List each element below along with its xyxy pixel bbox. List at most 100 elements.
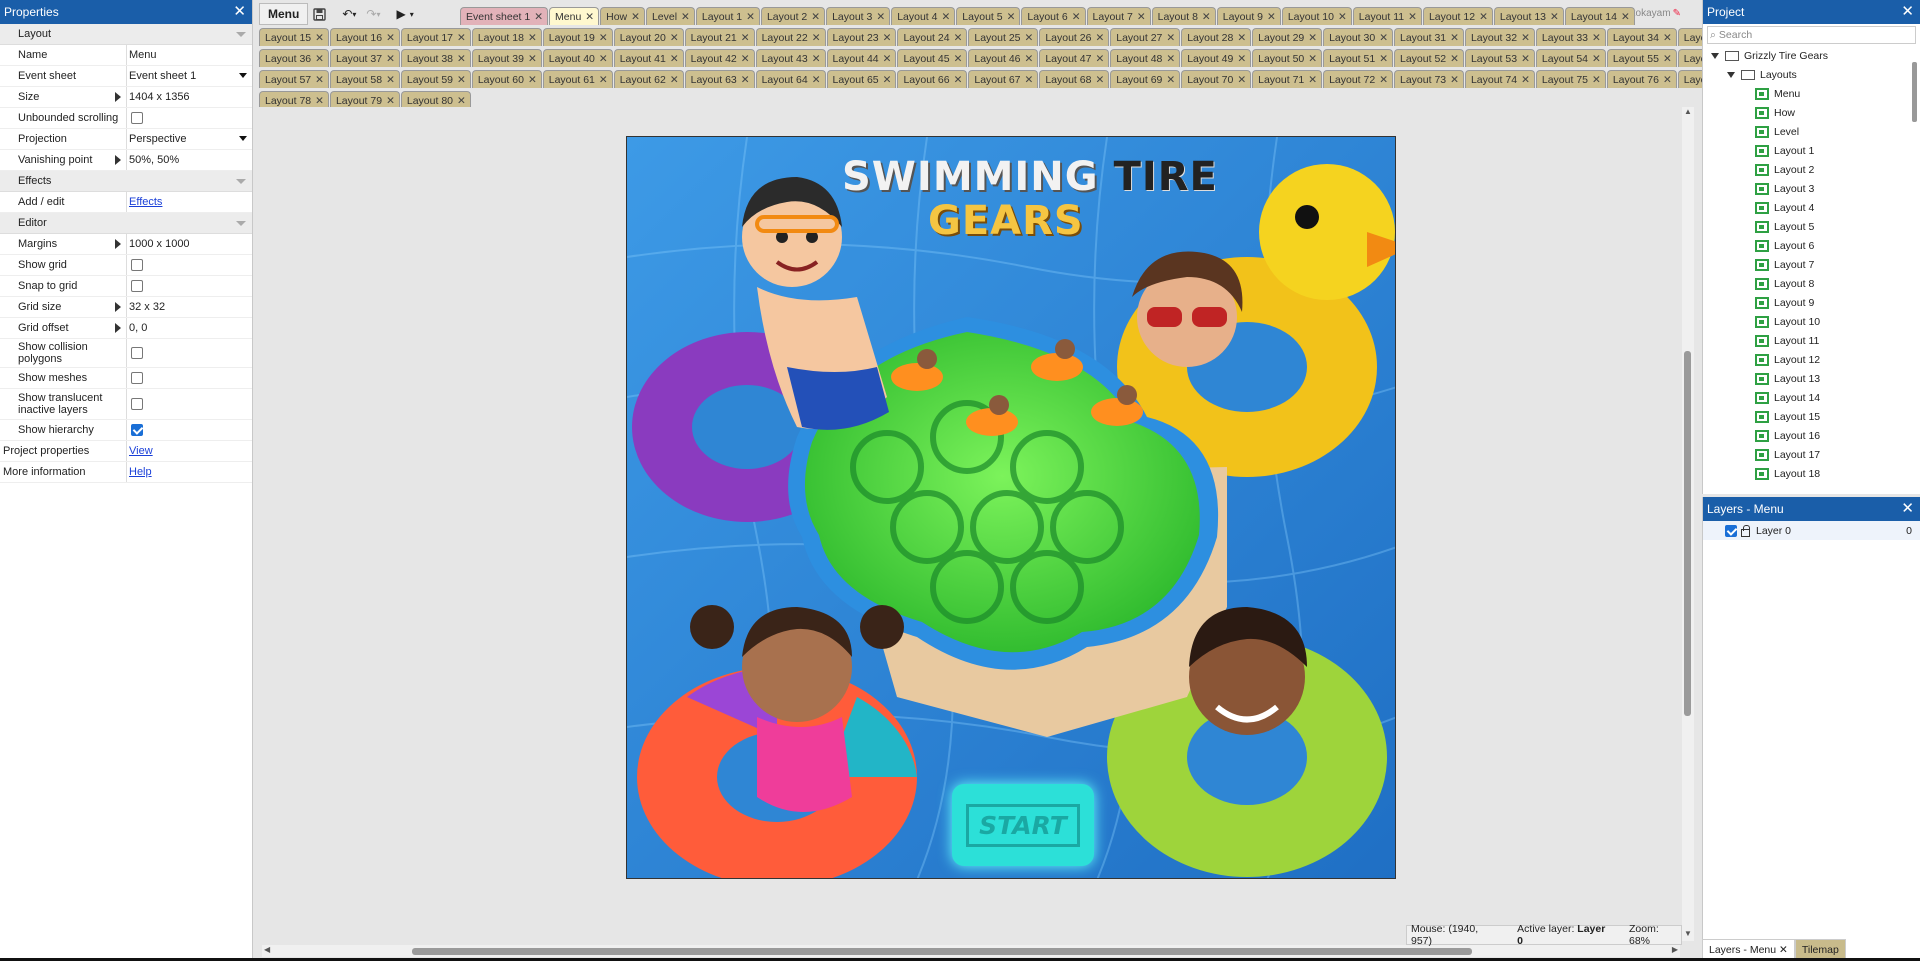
close-icon[interactable]: ✕: [1901, 0, 1914, 24]
close-icon[interactable]: ✕: [1095, 74, 1104, 86]
tree-item-layout-18[interactable]: Layout 18: [1703, 464, 1920, 483]
close-icon[interactable]: ✕: [1308, 53, 1317, 65]
tab-layout-32[interactable]: Layout 32 ✕: [1464, 28, 1535, 46]
tab-layout-74[interactable]: Layout 74 ✕: [1464, 70, 1535, 88]
event-sheet-select[interactable]: Event sheet 1: [127, 66, 252, 86]
close-icon[interactable]: ✕: [954, 32, 963, 44]
tab-layout-7[interactable]: Layout 7 ✕: [1086, 7, 1151, 25]
prop-value[interactable]: 0, 0: [127, 318, 252, 338]
prop-value[interactable]: 1404 x 1356: [127, 87, 252, 107]
tab-layout-64[interactable]: Layout 64 ✕: [755, 70, 826, 88]
close-icon[interactable]: ✕: [1025, 74, 1034, 86]
tab-layout-16[interactable]: Layout 16 ✕: [329, 28, 400, 46]
tab-layout-50[interactable]: Layout 50 ✕: [1252, 49, 1323, 67]
tree-item-layout-11[interactable]: Layout 11: [1703, 331, 1920, 350]
tab-layout-5[interactable]: Layout 5 ✕: [956, 7, 1021, 25]
help-link[interactable]: Help: [129, 466, 152, 478]
tab-layout-51[interactable]: Layout 51 ✕: [1323, 49, 1393, 67]
tree-item-level[interactable]: Level: [1703, 122, 1920, 141]
tab-layout-18[interactable]: Layout 18 ✕: [471, 28, 542, 46]
tab-layout-60[interactable]: Layout 60 ✕: [471, 70, 542, 88]
tree-item-layout-7[interactable]: Layout 7: [1703, 255, 1920, 274]
close-icon[interactable]: ✕: [233, 0, 246, 24]
close-icon[interactable]: ✕: [457, 53, 466, 65]
tab-layout-4[interactable]: Layout 4 ✕: [891, 7, 956, 25]
close-icon[interactable]: ✕: [1379, 53, 1388, 65]
tab-layout-49[interactable]: Layout 49 ✕: [1181, 49, 1252, 67]
project-scrollbar[interactable]: [1910, 58, 1919, 488]
close-icon[interactable]: ✕: [528, 74, 537, 86]
view-link[interactable]: View: [129, 445, 153, 457]
start-button[interactable]: START: [952, 784, 1094, 866]
close-icon[interactable]: ✕: [1550, 11, 1559, 23]
prop-value[interactable]: Menu: [127, 45, 252, 65]
tab-layout-17[interactable]: Layout 17 ✕: [400, 28, 471, 46]
tree-item-layout-9[interactable]: Layout 9: [1703, 293, 1920, 312]
close-icon[interactable]: ✕: [954, 74, 963, 86]
tree-item-how[interactable]: How: [1703, 103, 1920, 122]
tab-layout-70[interactable]: Layout 70 ✕: [1181, 70, 1252, 88]
close-icon[interactable]: ✕: [954, 53, 963, 65]
close-icon[interactable]: ✕: [741, 74, 750, 86]
scroll-left-icon[interactable]: ◀: [264, 945, 270, 954]
tab-layout-2[interactable]: Layout 2 ✕: [760, 7, 826, 25]
collapse-icon[interactable]: [236, 32, 246, 37]
close-icon[interactable]: ✕: [1237, 53, 1246, 65]
tab-layout-6[interactable]: Layout 6 ✕: [1021, 7, 1086, 25]
undo-icon[interactable]: ↶ ▾: [337, 3, 361, 25]
close-icon[interactable]: ✕: [670, 32, 679, 44]
tab-layout-43[interactable]: Layout 43 ✕: [755, 49, 826, 67]
close-icon[interactable]: ✕: [1592, 32, 1601, 44]
tab-layers[interactable]: Layers - Menu ✕: [1702, 939, 1795, 959]
tab-layout-40[interactable]: Layout 40 ✕: [542, 49, 613, 67]
close-icon[interactable]: ✕: [741, 32, 750, 44]
close-icon[interactable]: ✕: [1308, 32, 1317, 44]
tree-item-layout-17[interactable]: Layout 17: [1703, 445, 1920, 464]
tab-layout-23[interactable]: Layout 23 ✕: [826, 28, 897, 46]
tab-layout-73[interactable]: Layout 73 ✕: [1394, 70, 1464, 88]
close-icon[interactable]: ✕: [1137, 11, 1146, 23]
tab-layout-53[interactable]: Layout 53 ✕: [1464, 49, 1535, 67]
tree-item-layout-13[interactable]: Layout 13: [1703, 369, 1920, 388]
expand-icon[interactable]: [1727, 71, 1735, 78]
lock-icon[interactable]: [1741, 524, 1750, 537]
tab-layout-15[interactable]: Layout 15 ✕: [259, 28, 329, 46]
close-icon[interactable]: ✕: [941, 11, 950, 23]
close-icon[interactable]: ✕: [1521, 53, 1530, 65]
tab-layout-47[interactable]: Layout 47 ✕: [1039, 49, 1110, 67]
show-collision-checkbox[interactable]: [131, 347, 143, 359]
show-hierarchy-checkbox[interactable]: [131, 424, 143, 436]
close-icon[interactable]: ✕: [812, 74, 821, 86]
tab-layout-36[interactable]: Layout 36 ✕: [259, 49, 329, 67]
close-icon[interactable]: ✕: [1072, 11, 1081, 23]
tab-layout-8[interactable]: Layout 8 ✕: [1151, 7, 1216, 25]
prop-value[interactable]: 50%, 50%: [127, 150, 252, 170]
tab-layout-25[interactable]: Layout 25 ✕: [968, 28, 1039, 46]
close-icon[interactable]: ✕: [670, 74, 679, 86]
prop-snap-to-grid[interactable]: Snap to grid: [0, 276, 252, 297]
tab-layout-71[interactable]: Layout 71 ✕: [1252, 70, 1323, 88]
effects-link[interactable]: Effects: [129, 196, 162, 208]
close-icon[interactable]: ✕: [741, 53, 750, 65]
prop-vanishing-point[interactable]: Vanishing point 50%, 50%: [0, 150, 252, 171]
snap-to-grid-checkbox[interactable]: [131, 280, 143, 292]
tab-layout-52[interactable]: Layout 52 ✕: [1394, 49, 1464, 67]
prop-event-sheet[interactable]: Event sheet Event sheet 1: [0, 66, 252, 87]
close-icon[interactable]: ✕: [1521, 32, 1530, 44]
tab-level[interactable]: Level ✕: [645, 7, 695, 25]
tree-item-layout-5[interactable]: Layout 5: [1703, 217, 1920, 236]
close-icon[interactable]: ✕: [1379, 32, 1388, 44]
tab-layout-31[interactable]: Layout 31 ✕: [1394, 28, 1464, 46]
prop-margins[interactable]: Margins 1000 x 1000: [0, 234, 252, 255]
close-icon[interactable]: ✕: [386, 32, 395, 44]
tab-layout-41[interactable]: Layout 41 ✕: [613, 49, 684, 67]
prop-name[interactable]: Name Menu: [0, 45, 252, 66]
tree-root[interactable]: Grizzly Tire Gears: [1703, 46, 1920, 65]
show-translucent-checkbox[interactable]: [131, 398, 143, 410]
close-icon[interactable]: ✕: [883, 32, 892, 44]
prop-unbounded-scrolling[interactable]: Unbounded scrolling: [0, 108, 252, 129]
layer-row[interactable]: Layer 0 0: [1703, 521, 1920, 540]
close-icon[interactable]: ✕: [811, 11, 820, 23]
tab-layout-63[interactable]: Layout 63 ✕: [684, 70, 755, 88]
prop-show-grid[interactable]: Show grid: [0, 255, 252, 276]
